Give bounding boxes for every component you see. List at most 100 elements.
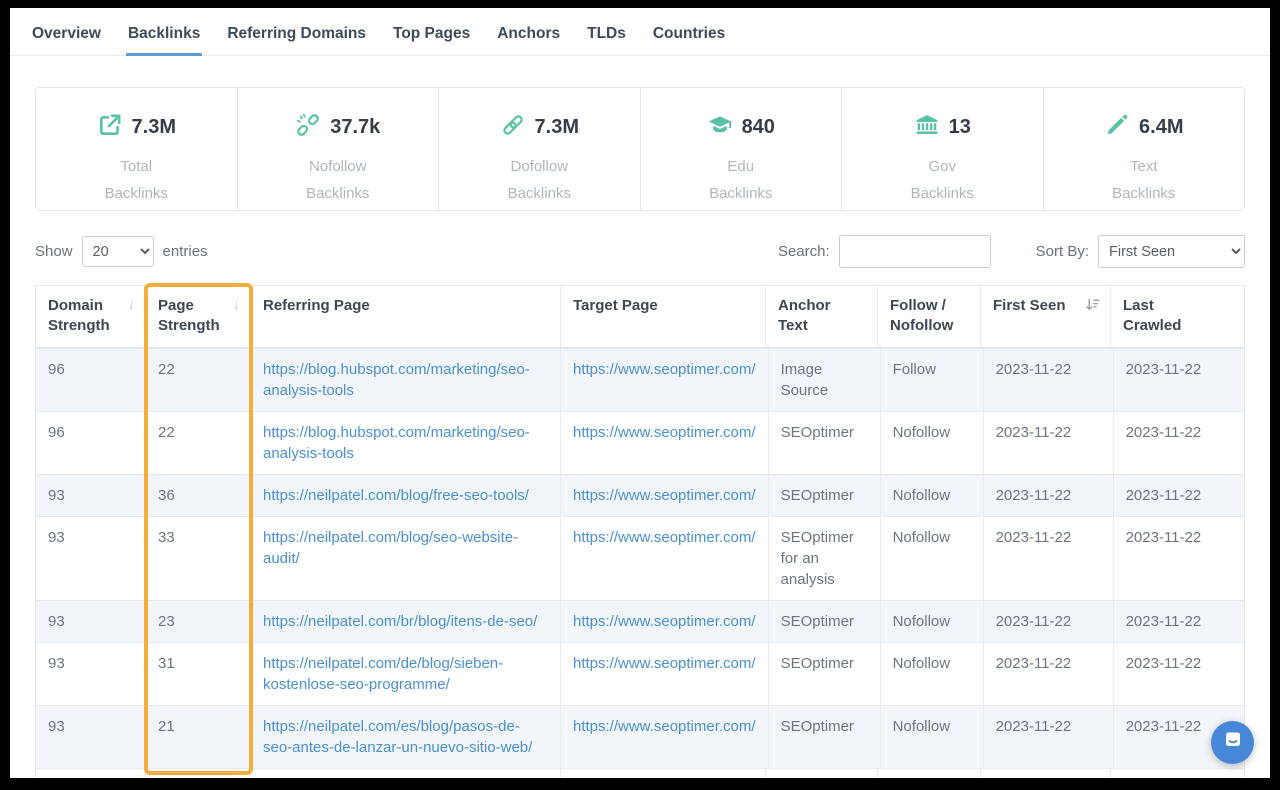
cell-anchor-text: SEOptimer (769, 706, 881, 768)
tab-bar: Overview Backlinks Referring Domains Top… (10, 8, 1270, 56)
table-header-row: Domain Strength ↓ Page Strength ↓ Referr… (36, 286, 1244, 348)
target-page-link[interactable]: https://www.seoptimer.com/ (573, 718, 756, 735)
column-label: First Seen (993, 296, 1098, 316)
cell-last-crawled: 2023-11-22 (1114, 412, 1229, 474)
cell-anchor-text: SEOptimer (769, 601, 881, 642)
stat-value: 7.3M (535, 116, 579, 139)
target-page-link[interactable]: https://www.seoptimer.com/ (573, 424, 756, 441)
cell-domain-strength: 93 (36, 475, 146, 516)
target-page-link[interactable]: https://www.seoptimer.com/ (573, 529, 756, 546)
cell-last-crawled: 2023-11-22 (1114, 475, 1229, 516)
cell-follow: Nofollow (881, 517, 984, 600)
cell-page-strength: 33 (146, 517, 251, 600)
cell-first-seen: 2023-11-22 (984, 349, 1114, 411)
tab-overview[interactable]: Overview (32, 25, 101, 55)
stat-value: 37.7k (330, 116, 380, 139)
referring-page-link[interactable]: https://neilpatel.com/blog/seo-website-a… (263, 529, 518, 567)
referring-page-link[interactable]: https://neilpatel.com/es/blog/pasos-de-s… (263, 718, 532, 756)
backlink-stats-panel: 7.3M Total Backlinks 37.7k Nofollow Back… (35, 87, 1245, 211)
stat-value: 840 (742, 116, 775, 139)
tab-anchors[interactable]: Anchors (497, 25, 560, 55)
cell-follow: Follow (878, 769, 981, 779)
column-label: Referring Page (263, 296, 548, 316)
cell-domain-strength: 93 (36, 706, 146, 768)
tab-countries[interactable]: Countries (653, 25, 725, 55)
stat-value: 6.4M (1139, 116, 1183, 139)
referring-page-link[interactable]: https://blog.hubspot.com/marketing/seo-a… (263, 424, 530, 462)
tab-referring-domains[interactable]: Referring Domains (227, 25, 366, 55)
cell-anchor-text: Image Source (769, 349, 881, 411)
column-header-first-seen[interactable]: First Seen (981, 286, 1111, 347)
referring-page-link[interactable]: https://neilpatel.com/blog/free-seo-tool… (263, 487, 529, 504)
table-row: 93 33 https://neilpatel.com/blog/seo-web… (36, 516, 1244, 600)
sort-amount-icon (1085, 297, 1100, 312)
show-label: Show (35, 243, 73, 260)
cell-domain-strength: 93 (36, 517, 146, 600)
entries-select[interactable]: 20 (82, 236, 154, 267)
cell-page-strength: 19 (146, 769, 251, 779)
referring-page-link[interactable]: https://neilpatel.com/de/blog/sieben-kos… (263, 655, 503, 693)
tab-tlds[interactable]: TLDs (587, 25, 626, 55)
column-header-target-page: Target Page (561, 286, 766, 347)
column-label: Page Strength (158, 296, 228, 337)
referring-page-link[interactable]: https://neilpatel.com/br/blog/itens-de-s… (263, 613, 537, 630)
cell-anchor-text: Seoptimer (766, 769, 878, 779)
cell-first-seen: 2023-11-22 (984, 643, 1114, 705)
column-header-last-crawled: Last Crawled (1111, 286, 1226, 347)
stat-value: 7.3M (132, 116, 176, 139)
cell-domain-strength: 93 (36, 643, 146, 705)
stat-nofollow-backlinks: 37.7k Nofollow Backlinks (238, 88, 440, 210)
target-page-link[interactable]: https://www.seoptimer.com/ (573, 655, 756, 672)
cell-follow: Nofollow (881, 601, 984, 642)
sort-by-label: Sort By: (1036, 243, 1089, 260)
column-header-page-strength[interactable]: Page Strength ↓ (146, 286, 251, 347)
target-page-link[interactable]: https://www.seoptimer.com/ (573, 613, 756, 630)
sort-down-icon: ↓ (233, 295, 241, 315)
pencil-icon (1104, 112, 1130, 143)
cell-first-seen: 2023-11-22 (981, 769, 1111, 779)
column-label: Follow / Nofollow (890, 296, 960, 337)
cell-last-crawled: 2023-11-22 (1111, 769, 1226, 779)
cell-last-crawled: 2023-11-22 (1114, 517, 1229, 600)
column-header-referring-page: Referring Page (251, 286, 561, 347)
stat-label: Edu Backlinks (696, 153, 786, 207)
cell-anchor-text: SEOptimer (769, 643, 881, 705)
stat-gov-backlinks: 13 Gov Backlinks (842, 88, 1044, 210)
target-page-link[interactable]: https://www.seoptimer.com/ (573, 487, 756, 504)
column-header-domain-strength[interactable]: Domain Strength ↓ (36, 286, 146, 347)
cell-follow: Nofollow (881, 643, 984, 705)
column-label: Domain Strength (48, 296, 118, 337)
cell-domain-strength: 96 (36, 349, 146, 411)
search-input[interactable] (839, 235, 991, 268)
stat-label: Gov Backlinks (897, 153, 987, 207)
column-label: Last Crawled (1123, 296, 1183, 337)
cell-page-strength: 23 (146, 601, 251, 642)
target-page-link[interactable]: https://www.seoptimer.com/ (573, 361, 756, 378)
cell-follow: Nofollow (881, 412, 984, 474)
table-row: 93 23 https://neilpatel.com/br/blog/iten… (36, 600, 1244, 642)
table-row: 96 22 https://blog.hubspot.com/marketing… (36, 348, 1244, 411)
cell-anchor-text: SEOptimer (769, 475, 881, 516)
referring-page-link[interactable]: https://blog.hubspot.com/marketing/seo-a… (263, 361, 530, 399)
column-label: Anchor Text (778, 296, 838, 337)
stat-value: 13 (949, 116, 971, 139)
graduation-cap-icon (707, 112, 733, 143)
chat-bubble-icon (1221, 728, 1245, 757)
cell-first-seen: 2023-11-22 (984, 412, 1114, 474)
cell-anchor-text: SEOptimer for an analysis (769, 517, 881, 600)
stat-label: Nofollow Backlinks (293, 153, 383, 207)
chat-widget-button[interactable] (1211, 721, 1254, 764)
cell-last-crawled: 2023-11-22 (1114, 643, 1229, 705)
column-label: Target Page (573, 296, 753, 316)
cell-page-strength: 21 (146, 706, 251, 768)
stat-label: Total Backlinks (91, 153, 181, 207)
stat-total-backlinks: 7.3M Total Backlinks (36, 88, 238, 210)
sort-down-icon: ↓ (128, 295, 136, 315)
backlinks-table: Domain Strength ↓ Page Strength ↓ Referr… (35, 285, 1245, 778)
stat-edu-backlinks: 840 Edu Backlinks (641, 88, 843, 210)
tab-backlinks[interactable]: Backlinks (128, 25, 200, 55)
sort-by-select[interactable]: First Seen (1098, 235, 1245, 268)
cell-last-crawled: 2023-11-22 (1114, 601, 1229, 642)
tab-top-pages[interactable]: Top Pages (393, 25, 470, 55)
search-label: Search: (778, 243, 830, 260)
